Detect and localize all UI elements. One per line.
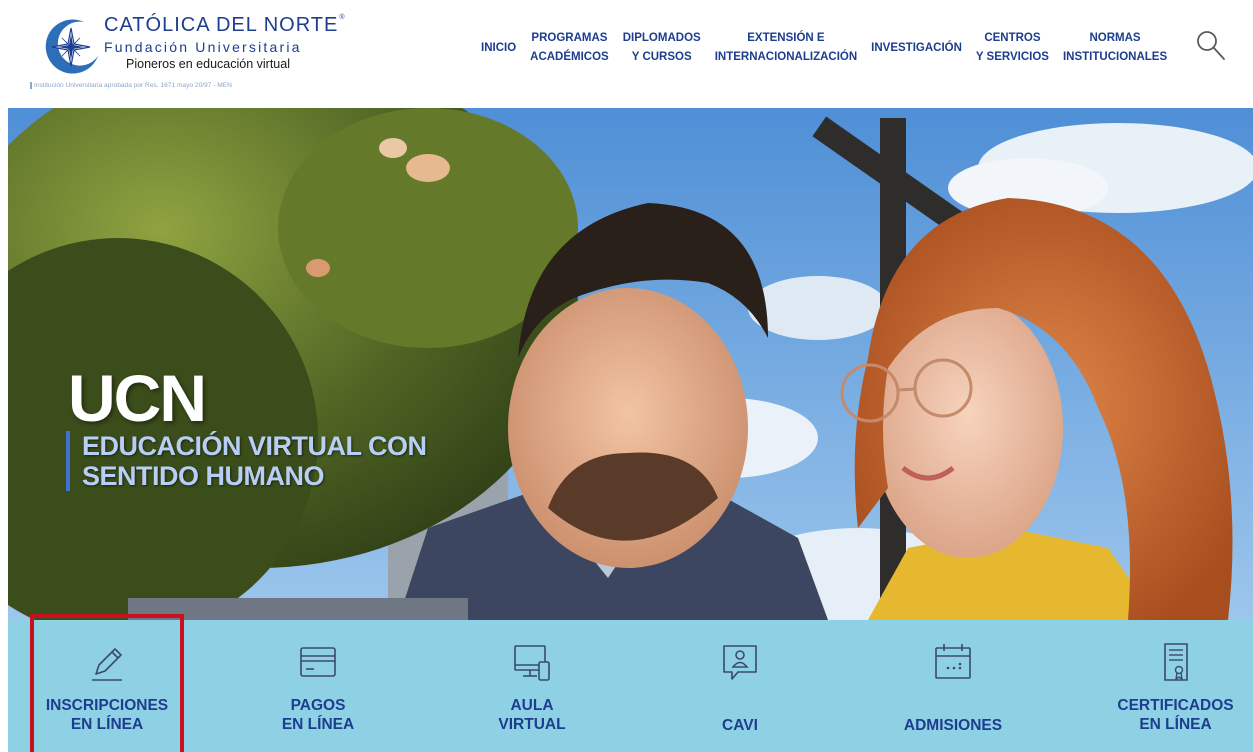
- nav-investigacion[interactable]: INVESTIGACIÓN: [864, 39, 969, 58]
- nav-inicio[interactable]: INICIO: [474, 39, 523, 58]
- calendar-icon: [935, 644, 971, 679]
- quicklink-label: CAVI: [722, 717, 758, 734]
- university-logo[interactable]: CATÓLICA DEL NORTE® Fundación Universita…: [30, 10, 345, 96]
- quick-links-bar: INSCRIPCIONES EN LÍNEA PAGOS EN LÍNEA AU…: [8, 620, 1253, 752]
- quicklink-label: ADMISIONES: [903, 717, 1003, 734]
- nav-centros-y-servicios[interactable]: CENTROS Y SERVICIOS: [969, 29, 1056, 67]
- search-icon: [1197, 31, 1225, 60]
- quicklink-cavi[interactable]: CAVI: [680, 620, 800, 752]
- logo-subtitle: Fundación Universitaria: [104, 39, 302, 55]
- nav-normas-institucionales[interactable]: NORMAS INSTITUCIONALES: [1056, 29, 1174, 67]
- hero-tagline-line2: SENTIDO HUMANO: [82, 461, 324, 491]
- nav-diplomados-y-cursos[interactable]: DIPLOMADOS Y CURSOS: [616, 29, 708, 67]
- quicklink-label: INSCRIPCIONES EN LÍNEA: [45, 697, 169, 733]
- quicklink-certificados[interactable]: CERTIFICADOS EN LÍNEA: [1098, 620, 1253, 752]
- site-header: CATÓLICA DEL NORTE® Fundación Universita…: [0, 0, 1253, 104]
- hero-tagline: EDUCACIÓN VIRTUAL CON SENTIDO HUMANO: [66, 431, 427, 491]
- logo-accreditation-note: Institución Universitaria aprobada por R…: [30, 82, 232, 89]
- hero-title: UCN: [68, 361, 207, 435]
- pencil-icon: [92, 648, 122, 681]
- main-nav: INICIO PROGRAMAS ACADÉMICOS DIPLOMADOS Y…: [474, 26, 1174, 70]
- quicklink-label: AULA VIRTUAL: [498, 697, 566, 733]
- chat-user-icon: [723, 645, 757, 680]
- credit-card-icon: [300, 647, 336, 677]
- nav-programas-academicos[interactable]: PROGRAMAS ACADÉMICOS: [523, 29, 616, 67]
- quicklink-label: CERTIFICADOS EN LÍNEA: [1117, 697, 1234, 733]
- quicklink-aula-virtual[interactable]: AULA VIRTUAL: [472, 620, 592, 752]
- logo-tagline: Pioneros en educación virtual: [126, 57, 290, 71]
- compass-logo-icon: [45, 19, 98, 74]
- quicklink-label: PAGOS EN LÍNEA: [281, 697, 355, 733]
- certificate-icon: [1163, 643, 1188, 681]
- quicklink-admisiones[interactable]: ADMISIONES: [878, 620, 1028, 752]
- search-button[interactable]: [1195, 28, 1227, 62]
- hero-banner: UCN EDUCACIÓN VIRTUAL CON SENTIDO HUMANO: [8, 108, 1253, 620]
- nav-extension-internacionalizacion[interactable]: EXTENSIÓN E INTERNACIONALIZACIÓN: [708, 29, 864, 67]
- devices-icon: [514, 645, 550, 681]
- hero-tagline-line1: EDUCACIÓN VIRTUAL CON: [82, 431, 427, 461]
- logo-title: CATÓLICA DEL NORTE®: [104, 14, 346, 36]
- quicklink-inscripciones[interactable]: INSCRIPCIONES EN LÍNEA: [30, 620, 184, 752]
- quicklink-pagos[interactable]: PAGOS EN LÍNEA: [258, 620, 378, 752]
